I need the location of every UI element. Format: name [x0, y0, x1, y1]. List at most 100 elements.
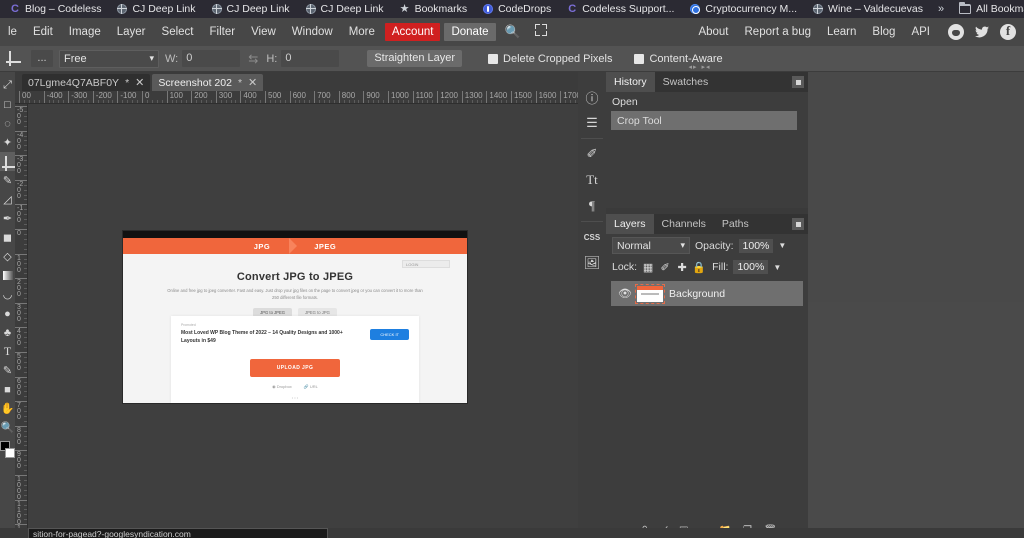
- canvas-area[interactable]: JPG JPEG LOGIN Convert JPG to JPEG Onlin…: [28, 104, 578, 538]
- bookmark-item[interactable]: ★Bookmarks: [392, 0, 476, 18]
- bookmark-item[interactable]: Cryptocurrency M...: [682, 0, 805, 18]
- move-tool[interactable]: ⤢: [0, 76, 15, 95]
- info-icon[interactable]: ⓘ: [578, 84, 606, 110]
- ad-cta-button[interactable]: CHECK IT: [370, 329, 409, 340]
- content-aware-checkbox[interactable]: Content-Aware: [634, 53, 722, 65]
- panel-grip-right[interactable]: ▸◂: [606, 64, 806, 72]
- crop-height-field[interactable]: H: 0: [266, 50, 339, 67]
- gradient-tool[interactable]: [0, 266, 15, 285]
- menu-about[interactable]: About: [690, 18, 736, 46]
- document-tab[interactable]: 07Lgme4Q7ABF0Y * ✕: [22, 74, 150, 91]
- donate-button[interactable]: Donate: [444, 23, 495, 41]
- upload-jpg-button[interactable]: UPLOAD JPG: [250, 359, 340, 377]
- burn-tool[interactable]: ♣: [0, 323, 15, 342]
- shape-tool[interactable]: ■: [0, 380, 15, 399]
- bookmark-item[interactable]: CodeDrops: [475, 0, 559, 18]
- opacity-value[interactable]: 100%: [739, 239, 774, 253]
- brush-lock-icon[interactable]: ✐: [659, 261, 671, 273]
- tab-swatches[interactable]: Swatches: [655, 72, 717, 92]
- menu-report-bug[interactable]: Report a bug: [737, 18, 820, 46]
- menu-more[interactable]: More: [341, 18, 383, 46]
- foreground-background-color[interactable]: [0, 441, 15, 458]
- fullscreen-icon[interactable]: [528, 18, 554, 46]
- marquee-tool[interactable]: □: [0, 95, 15, 114]
- bookmark-item[interactable]: CJ Deep Link: [109, 0, 203, 18]
- clone-stamp-tool[interactable]: ◼: [0, 228, 15, 247]
- dropbox-option[interactable]: ◉ Dropbox: [272, 384, 292, 389]
- lasso-tool[interactable]: ◌: [0, 114, 15, 133]
- menu-image[interactable]: Image: [61, 18, 109, 46]
- close-icon[interactable]: ✕: [248, 76, 257, 89]
- menu-edit[interactable]: Edit: [25, 18, 61, 46]
- menu-blog[interactable]: Blog: [864, 18, 903, 46]
- bookmark-item[interactable]: CJ Deep Link: [204, 0, 298, 18]
- tab-layers[interactable]: Layers: [606, 214, 654, 234]
- swap-icon[interactable]: ⇆: [246, 52, 260, 66]
- move-lock-icon[interactable]: ✚: [676, 261, 688, 273]
- paragraph-icon[interactable]: ¶: [578, 193, 606, 219]
- tab-history[interactable]: History: [606, 72, 655, 92]
- crop-width-input[interactable]: 0: [182, 50, 240, 67]
- fill-value[interactable]: 100%: [733, 260, 768, 274]
- url-option[interactable]: 🔗 URL: [304, 384, 318, 389]
- dodge-tool[interactable]: ●: [0, 304, 15, 323]
- tab-channels[interactable]: Channels: [654, 214, 714, 234]
- transparency-lock-icon[interactable]: ▦: [642, 261, 654, 273]
- history-item-open[interactable]: Open: [606, 92, 808, 111]
- facebook-icon[interactable]: [1000, 24, 1016, 40]
- menu-api[interactable]: API: [903, 18, 938, 46]
- bookmark-item[interactable]: Wine – Valdecuevas: [805, 0, 931, 18]
- bookmark-item[interactable]: CCodeless Support...: [559, 0, 682, 18]
- fill-chevron-icon[interactable]: ▼: [773, 263, 781, 272]
- blur-tool[interactable]: ◡: [0, 285, 15, 304]
- all-bookmarks-button[interactable]: All Bookmark: [951, 0, 1024, 18]
- zoom-tool[interactable]: 🔍: [0, 418, 15, 437]
- straighten-layer-button[interactable]: Straighten Layer: [367, 50, 462, 67]
- adjustments-icon[interactable]: ☰: [578, 110, 606, 136]
- account-button[interactable]: Account: [385, 23, 441, 41]
- magic-wand-tool[interactable]: ✦: [0, 133, 15, 152]
- tool-preset-button[interactable]: ...: [31, 50, 53, 67]
- type-tool[interactable]: T: [0, 342, 15, 361]
- delete-cropped-pixels-checkbox[interactable]: Delete Cropped Pixels: [488, 53, 612, 65]
- panel-menu-icon[interactable]: [792, 218, 804, 230]
- menu-filter[interactable]: Filter: [202, 18, 244, 46]
- menu-view[interactable]: View: [243, 18, 284, 46]
- background-color-swatch[interactable]: [5, 448, 15, 458]
- crop-ratio-select[interactable]: Free ▾: [59, 50, 159, 68]
- all-lock-icon[interactable]: 🔒: [693, 261, 705, 273]
- hand-tool[interactable]: ✋: [0, 399, 15, 418]
- document-canvas[interactable]: JPG JPEG LOGIN Convert JPG to JPEG Onlin…: [123, 231, 467, 403]
- document-tab[interactable]: Screenshot 202 * ✕: [152, 74, 263, 91]
- bookmark-item[interactable]: CBlog – Codeless: [2, 0, 109, 18]
- image-icon[interactable]: 🖼: [578, 250, 606, 276]
- menu-layer[interactable]: Layer: [109, 18, 154, 46]
- history-item-crop-tool[interactable]: Crop Tool: [611, 111, 797, 130]
- menu-select[interactable]: Select: [154, 18, 202, 46]
- login-button[interactable]: LOGIN: [402, 260, 450, 268]
- brush-tool[interactable]: ✒: [0, 209, 15, 228]
- healing-brush-tool[interactable]: ◿: [0, 190, 15, 209]
- bookmark-item[interactable]: CJ Deep Link: [298, 0, 392, 18]
- crop-tool[interactable]: [0, 152, 15, 171]
- eraser-tool[interactable]: ◇: [0, 247, 15, 266]
- eye-icon[interactable]: 👁: [619, 288, 631, 300]
- opacity-chevron-icon[interactable]: ▼: [778, 241, 786, 250]
- promoted-ad[interactable]: Promoted Most Loved WP Blog Theme of 202…: [171, 316, 419, 345]
- menu-window[interactable]: Window: [284, 18, 341, 46]
- crop-width-field[interactable]: W: 0: [165, 50, 240, 67]
- menu-learn[interactable]: Learn: [819, 18, 864, 46]
- css-icon[interactable]: CSS: [578, 224, 606, 250]
- twitter-icon[interactable]: [974, 24, 990, 40]
- close-icon[interactable]: ✕: [135, 76, 144, 89]
- crop-height-input[interactable]: 0: [281, 50, 339, 67]
- menu-file[interactable]: le: [0, 18, 25, 46]
- bookmark-overflow-button[interactable]: »: [931, 3, 951, 15]
- search-icon[interactable]: 🔍: [498, 18, 528, 46]
- eyedropper-tool[interactable]: ✎: [0, 171, 15, 190]
- type-icon[interactable]: Tt: [578, 167, 606, 193]
- reddit-icon[interactable]: [948, 24, 964, 40]
- tab-paths[interactable]: Paths: [714, 214, 757, 234]
- layer-item-background[interactable]: 👁 Background: [611, 281, 803, 306]
- panel-menu-icon[interactable]: [792, 76, 804, 88]
